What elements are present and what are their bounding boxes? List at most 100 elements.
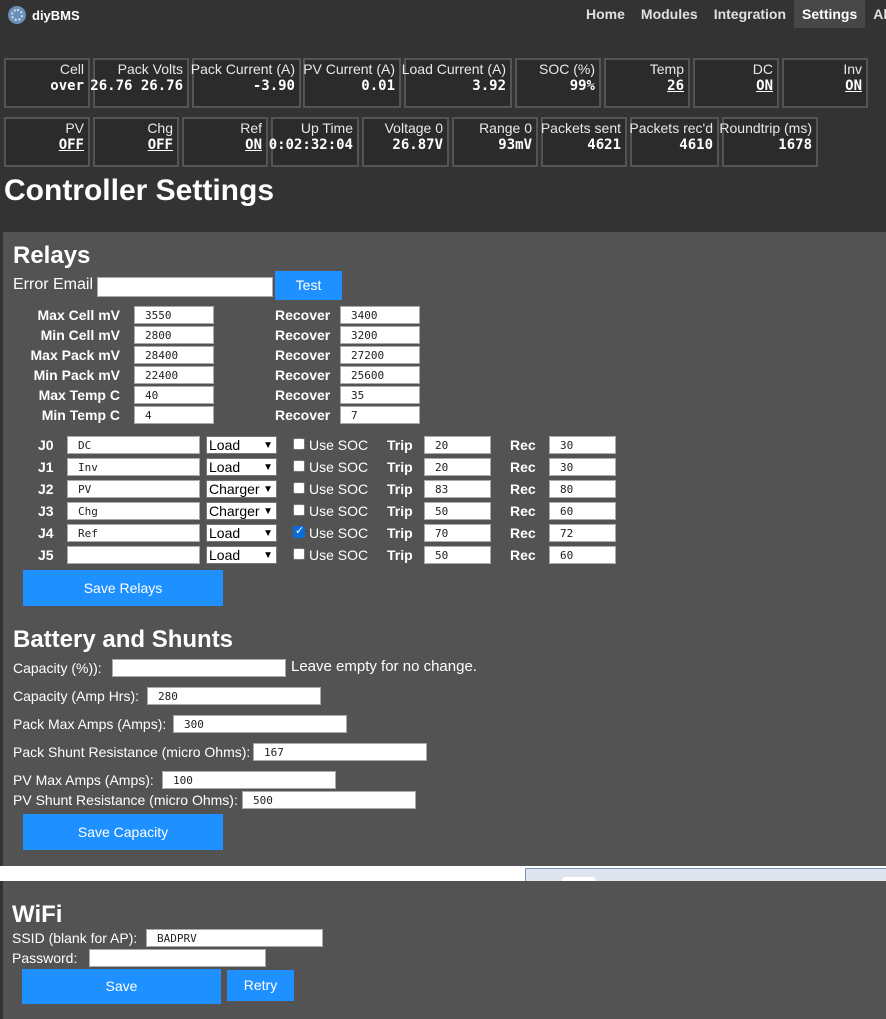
relay-name-input[interactable] xyxy=(67,458,200,476)
use-soc-checkbox[interactable] xyxy=(293,548,305,560)
ssid-label: SSID (blank for AP): xyxy=(12,930,138,946)
use-soc-checkbox-checked[interactable] xyxy=(293,524,305,538)
recover-label: Recover xyxy=(275,347,331,363)
nav-integration[interactable]: Integration xyxy=(706,0,794,28)
relay-id: J0 xyxy=(38,437,54,453)
retry-button[interactable]: Retry xyxy=(227,970,294,1001)
save-wifi-button[interactable]: Save xyxy=(22,969,221,1004)
tile-value-link[interactable]: 26 xyxy=(667,78,684,94)
rec-input[interactable] xyxy=(549,436,616,454)
relay-type-select[interactable]: Charger ▼ xyxy=(206,480,277,498)
tile-load-current: Load Current (A) 3.92 xyxy=(402,58,512,108)
page-title: Controller Settings xyxy=(4,174,275,207)
relay-dc-toggle[interactable]: ON xyxy=(756,78,773,94)
tile-title: SOC (%) xyxy=(539,61,595,77)
tile-value: 3.92 xyxy=(472,78,506,94)
rec-label: Rec xyxy=(510,481,536,497)
trip-input[interactable] xyxy=(424,436,491,454)
pv-shunt-input[interactable] xyxy=(242,791,416,809)
relay-name-input[interactable] xyxy=(67,480,200,498)
nav-home[interactable]: Home xyxy=(578,0,633,28)
min-pack-recover-input[interactable] xyxy=(340,366,420,384)
recover-label: Recover xyxy=(275,327,331,343)
tile-value: over xyxy=(50,78,84,94)
max-temp-recover-input[interactable] xyxy=(340,386,420,404)
trip-input[interactable] xyxy=(424,546,491,564)
max-temp-input[interactable] xyxy=(134,386,214,404)
rec-input[interactable] xyxy=(549,480,616,498)
max-pack-recover-input[interactable] xyxy=(340,346,420,364)
save-capacity-button[interactable]: Save Capacity xyxy=(23,814,223,850)
password-input[interactable] xyxy=(89,949,266,967)
trip-input[interactable] xyxy=(424,480,491,498)
pack-shunt-input[interactable] xyxy=(253,743,427,761)
relay-id: J5 xyxy=(38,547,54,563)
use-soc-label: Use SOC xyxy=(309,547,369,563)
rec-input[interactable] xyxy=(549,458,616,476)
trip-input[interactable] xyxy=(424,502,491,520)
relay-type-select[interactable]: Load ▼ xyxy=(206,524,277,542)
relay-name-input[interactable] xyxy=(67,502,200,520)
min-temp-recover-input[interactable] xyxy=(340,406,420,424)
rec-input[interactable] xyxy=(549,524,616,542)
relay-name-input[interactable] xyxy=(67,546,200,564)
pack-max-amps-input[interactable] xyxy=(173,715,347,733)
relay-id: J1 xyxy=(38,459,54,475)
test-email-button[interactable]: Test xyxy=(275,271,342,300)
relay-pv-toggle[interactable]: OFF xyxy=(59,137,84,153)
min-cell-input[interactable] xyxy=(134,326,214,344)
error-email-input[interactable] xyxy=(97,277,273,297)
relays-heading: Relays xyxy=(13,242,91,269)
nav-about[interactable]: Al xyxy=(865,0,886,28)
relay-type-select[interactable]: Load ▼ xyxy=(206,458,277,476)
rec-input[interactable] xyxy=(549,546,616,564)
rec-label: Rec xyxy=(510,525,536,541)
pv-shunt-label: PV Shunt Resistance (micro Ohms): xyxy=(13,792,238,808)
brand-logo[interactable]: diyBMS xyxy=(8,4,80,26)
use-soc-checkbox[interactable] xyxy=(293,438,305,450)
relay-inv-toggle[interactable]: ON xyxy=(845,78,862,94)
use-soc-checkbox[interactable] xyxy=(293,460,305,472)
tile-temp[interactable]: Temp 26 xyxy=(604,58,690,108)
relay-name-input[interactable] xyxy=(67,436,200,454)
min-temp-label: Min Temp C xyxy=(41,407,120,423)
relay-ref-toggle[interactable]: ON xyxy=(245,137,262,153)
max-cell-input[interactable] xyxy=(134,306,214,324)
tile-title: Inv xyxy=(843,61,862,77)
max-pack-input[interactable] xyxy=(134,346,214,364)
tile-relay-ref[interactable]: Ref ON xyxy=(182,117,268,167)
tile-voltage0: Voltage 0 26.87V xyxy=(362,117,449,167)
pv-max-amps-input[interactable] xyxy=(162,771,336,789)
rec-input[interactable] xyxy=(549,502,616,520)
nav-modules[interactable]: Modules xyxy=(633,0,706,28)
min-pack-input[interactable] xyxy=(134,366,214,384)
chevron-down-icon: ▼ xyxy=(263,550,273,561)
tile-relay-pv[interactable]: PV OFF xyxy=(4,117,90,167)
tile-relay-chg[interactable]: Chg OFF xyxy=(93,117,179,167)
capacity-ah-input[interactable] xyxy=(147,687,321,705)
use-soc-label: Use SOC xyxy=(309,481,369,497)
ssid-input[interactable] xyxy=(146,929,323,947)
relay-name-input[interactable] xyxy=(67,524,200,542)
use-soc-checkbox[interactable] xyxy=(293,504,305,516)
relay-chg-toggle[interactable]: OFF xyxy=(148,137,173,153)
trip-input[interactable] xyxy=(424,458,491,476)
nav-settings[interactable]: Settings xyxy=(794,0,866,28)
use-soc-checkbox[interactable] xyxy=(293,482,305,494)
min-cell-recover-input[interactable] xyxy=(340,326,420,344)
battery-heading: Battery and Shunts xyxy=(13,626,234,653)
save-relays-button[interactable]: Save Relays xyxy=(23,570,223,606)
capacity-hint: Leave empty for no change. xyxy=(291,658,477,675)
tile-relay-dc[interactable]: DC ON xyxy=(693,58,779,108)
relay-type-select[interactable]: Charger ▼ xyxy=(206,502,277,520)
tile-value: 4621 xyxy=(587,137,621,153)
tile-relay-inv[interactable]: Inv ON xyxy=(782,58,868,108)
relay-type-select[interactable]: Load ▼ xyxy=(206,436,277,454)
relay-type-select[interactable]: Load ▼ xyxy=(206,546,277,564)
max-cell-recover-input[interactable] xyxy=(340,306,420,324)
relay-type-value: Charger xyxy=(209,481,260,497)
tile-title: DC xyxy=(752,61,773,77)
trip-input[interactable] xyxy=(424,524,491,542)
min-temp-input[interactable] xyxy=(134,406,214,424)
capacity-pct-input[interactable] xyxy=(112,659,286,677)
